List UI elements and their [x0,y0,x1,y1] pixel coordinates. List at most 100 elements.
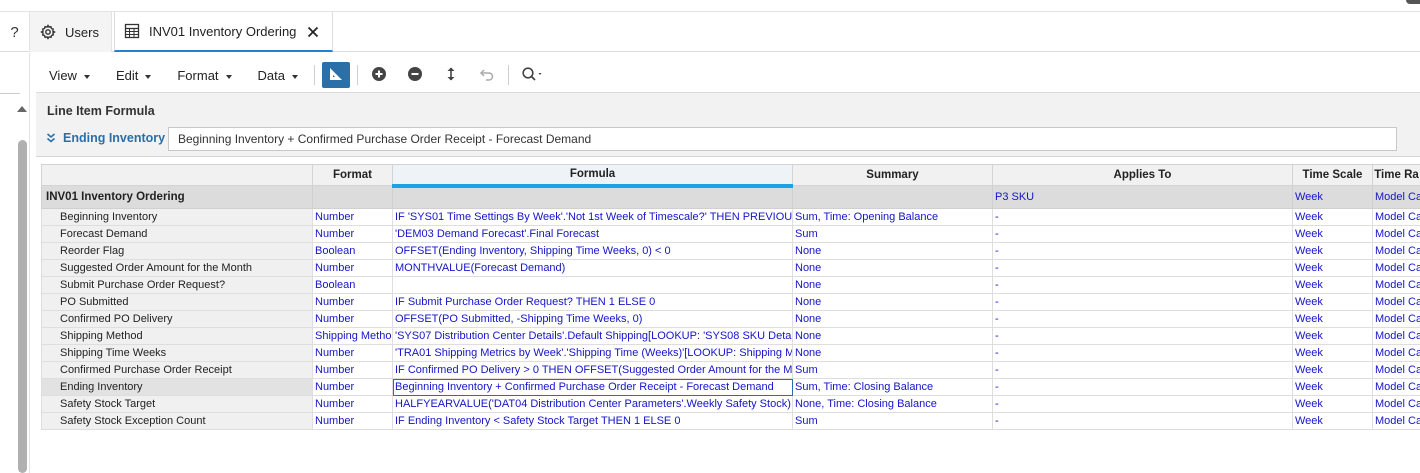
column-header-format[interactable]: Format [312,164,393,186]
cell-format[interactable]: Number [312,378,393,396]
cell-applies-to[interactable]: - [992,378,1293,396]
cell-applies-to[interactable]: - [992,412,1293,430]
cell-formula[interactable]: 'SYS07 Distribution Center Details'.Defa… [392,327,793,345]
line-item-name[interactable]: Confirmed Purchase Order Receipt [41,361,313,379]
cell-format[interactable]: Number [312,412,393,430]
cell-applies-to[interactable]: - [992,208,1293,226]
line-item-name[interactable]: PO Submitted [41,293,313,311]
line-item-name[interactable]: Ending Inventory [41,378,313,396]
cell-time-range[interactable]: Model Ca [1372,344,1420,362]
line-item-row[interactable]: Reorder Flag Boolean OFFSET(Ending Invento… [41,242,1420,260]
cell-formula[interactable]: MONTHVALUE(Forecast Demand) [392,259,793,277]
cell-applies-to[interactable]: - [992,327,1293,345]
cell-format[interactable]: Shipping Metho [312,327,393,345]
cell-format[interactable]: Number [312,225,393,243]
cell-time-scale[interactable]: Week [1292,327,1373,345]
cell-time-scale[interactable]: Week [1292,208,1373,226]
line-item-name[interactable]: Shipping Time Weeks [41,344,313,362]
cell-time-range[interactable]: Model Ca [1372,412,1420,430]
menu-format[interactable]: Format [164,58,244,92]
remove-button[interactable] [401,62,429,88]
line-item-row[interactable]: Safety Stock Target Number HALFYEARVALUE('… [41,395,1420,413]
cell-applies-to[interactable]: - [992,310,1293,328]
line-item-row[interactable]: Confirmed Purchase Order Receipt Number IF… [41,361,1420,379]
vertical-scrollbar[interactable] [18,140,27,473]
cell-time-range[interactable]: Model Ca [1372,242,1420,260]
cell-formula[interactable]: HALFYEARVALUE('DAT04 Distribution Center… [392,395,793,413]
cell-time-scale[interactable]: Week [1292,259,1373,277]
cell-format[interactable]: Number [312,361,393,379]
cell-time-range[interactable]: Model Ca [1372,310,1420,328]
close-icon[interactable] [304,23,322,41]
line-item-name[interactable]: Confirmed PO Delivery [41,310,313,328]
menu-edit[interactable]: Edit [103,58,164,92]
search-button[interactable] [516,62,550,88]
line-item-name[interactable]: Shipping Method [41,327,313,345]
cell-summary[interactable]: None [792,293,993,311]
tab-users[interactable]: Users [30,12,112,52]
scroll-up-arrow-icon[interactable] [17,106,27,112]
line-item-row[interactable]: Safety Stock Exception Count Number IF End… [41,412,1420,430]
line-item-name[interactable]: Safety Stock Target [41,395,313,413]
cell-format[interactable]: Boolean [312,242,393,260]
cell-format[interactable]: Number [312,259,393,277]
cell-summary[interactable]: None [792,344,993,362]
cell-summary[interactable]: Sum, Time: Opening Balance [792,208,993,226]
cell-formula[interactable]: 'TRA01 Shipping Metrics by Week'.'Shippi… [392,344,793,362]
undo-button[interactable] [473,62,501,88]
cell-time-scale[interactable]: Week [1292,378,1373,396]
cell-time-range[interactable]: Model Ca [1372,225,1420,243]
cell-applies-to[interactable]: - [992,276,1293,294]
cell-format[interactable]: Number [312,208,393,226]
cell-applies-to[interactable]: P3 SKU [992,185,1293,209]
cell-time-range[interactable]: Model Ca [1372,185,1420,209]
line-item-name[interactable]: Submit Purchase Order Request? [41,276,313,294]
line-item-row[interactable]: Ending Inventory Number Beginning Inventor… [41,378,1420,396]
cell-format[interactable]: Number [312,344,393,362]
cell-applies-to[interactable]: - [992,259,1293,277]
cell-time-range[interactable]: Model Ca [1372,361,1420,379]
cell-time-scale[interactable]: Week [1292,276,1373,294]
cell-time-scale[interactable]: Week [1292,225,1373,243]
cell-time-scale[interactable]: Week [1292,310,1373,328]
column-header-time-range[interactable]: Time Ra [1372,164,1420,186]
cell-format[interactable] [312,185,393,209]
cell-summary[interactable]: None [792,259,993,277]
cell-format[interactable]: Number [312,293,393,311]
cell-summary[interactable]: None [792,242,993,260]
column-header-time-scale[interactable]: Time Scale [1292,164,1373,186]
cell-time-scale[interactable]: Week [1292,344,1373,362]
line-item-name[interactable]: Safety Stock Exception Count [41,412,313,430]
cell-format[interactable]: Boolean [312,276,393,294]
cell-formula[interactable]: OFFSET(PO Submitted, -Shipping Time Week… [392,310,793,328]
line-item-row[interactable]: Confirmed PO Delivery Number OFFSET(PO Sub… [41,310,1420,328]
tab-inventory-ordering[interactable]: INV01 Inventory Ordering [114,12,333,52]
cell-formula[interactable] [392,276,793,294]
cell-time-range[interactable]: Model Ca [1372,378,1420,396]
cell-summary[interactable]: Sum [792,225,993,243]
cell-formula[interactable]: IF Confirmed PO Delivery > 0 THEN OFFSET… [392,361,793,379]
cell-summary[interactable]: None, Time: Closing Balance [792,395,993,413]
menu-view[interactable]: View [36,58,103,92]
help-button[interactable]: ? [0,12,30,52]
cell-format[interactable]: Number [312,310,393,328]
cell-summary[interactable]: Sum, Time: Closing Balance [792,378,993,396]
cell-time-scale[interactable]: Week [1292,412,1373,430]
formula-line-item-toggle[interactable]: Ending Inventory [46,131,165,145]
cell-applies-to[interactable]: - [992,395,1293,413]
cell-summary[interactable]: None [792,276,993,294]
line-item-row[interactable]: Suggested Order Amount for the Month Numb… [41,259,1420,277]
cell-formula[interactable]: Beginning Inventory + Confirmed Purchase… [392,378,793,396]
line-item-name[interactable]: Suggested Order Amount for the Month [41,259,313,277]
cell-applies-to[interactable]: - [992,361,1293,379]
resize-button[interactable] [437,62,465,88]
cell-formula[interactable]: IF 'SYS01 Time Settings By Week'.'Not 1s… [392,208,793,226]
cell-applies-to[interactable]: - [992,293,1293,311]
cell-summary[interactable]: Sum [792,361,993,379]
cell-time-scale[interactable]: Week [1292,395,1373,413]
cell-time-range[interactable]: Model Ca [1372,293,1420,311]
cell-time-range[interactable]: Model Ca [1372,395,1420,413]
formula-editor-button[interactable] [322,62,350,88]
line-item-row[interactable]: Submit Purchase Order Request? Boolean Non… [41,276,1420,294]
module-name[interactable]: INV01 Inventory Ordering [41,185,313,209]
